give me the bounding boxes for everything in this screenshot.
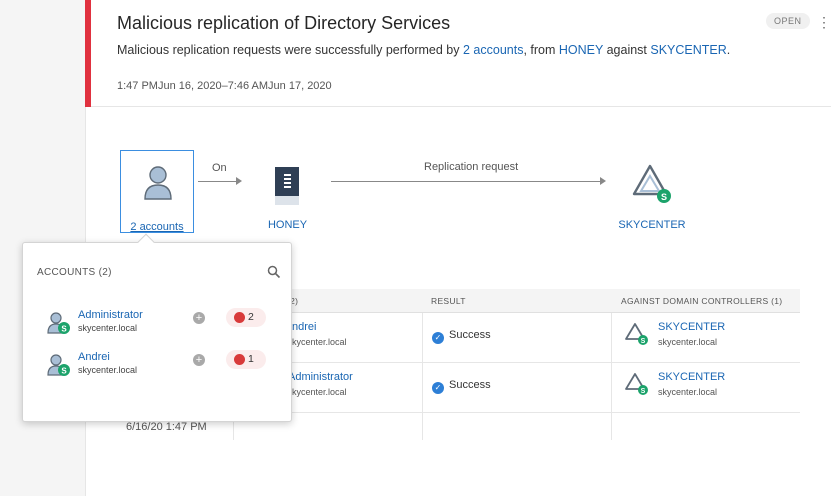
popover-account-item[interactable]: S Administrator skycenter.local + 2 [37,308,282,343]
edge-label-on: On [212,162,227,174]
domain-controller-icon: S [632,164,671,203]
accounts-node[interactable]: 2 accounts [120,150,194,233]
row-account-domain: kycenter.local [292,387,347,397]
check-circle-icon: ✓ [432,332,444,344]
alert-icon [234,312,245,323]
alert-count: 1 [248,353,254,365]
source-computer-label[interactable]: HONEY [255,219,320,231]
alert-description: Malicious replication requests were succ… [117,43,730,57]
row-dc-link[interactable]: SKYCENTER [658,321,725,333]
svg-text:S: S [661,192,667,202]
column-header-domain-controllers: AGAINST DOMAIN CONTROLLERS (1) [621,296,783,306]
svg-text:S: S [61,325,67,334]
row-dc-domain: skycenter.local [658,387,718,397]
alert-header: Malicious replication of Directory Servi… [91,0,831,107]
row-result: ✓ Success [432,379,491,394]
description-mid-1: , from [523,43,559,57]
column-divider [422,313,423,440]
popover-account-item[interactable]: S Andrei skycenter.local + 1 [37,350,282,385]
alert-title: Malicious replication of Directory Servi… [117,13,451,33]
popover-title: ACCOUNTS (2) [37,267,112,278]
description-mid-2: against [603,43,651,57]
status-badge: OPEN [766,13,810,29]
description-suffix: . [726,43,731,57]
accounts-popover: ACCOUNTS (2) S Administrator skycenter.l… [22,242,292,422]
server-icon [275,167,299,205]
alert-icon [234,354,245,365]
search-icon[interactable] [267,265,281,279]
edge-label-replication: Replication request [424,161,519,173]
row-dc-domain: skycenter.local [658,337,718,347]
check-circle-icon: ✓ [432,382,444,394]
source-link[interactable]: HONEY [559,43,603,57]
add-icon[interactable]: + [193,354,205,366]
row-result-text: Success [449,329,491,341]
row-account-link[interactable]: ndrei [292,321,316,333]
svg-text:S: S [641,388,646,395]
row-dc-link[interactable]: SKYCENTER [658,371,725,383]
row-result-text: Success [449,379,491,391]
arrow-on-line [198,181,236,182]
popover-account-name[interactable]: Administrator [78,309,143,321]
popover-account-domain: skycenter.local [78,323,138,333]
add-icon[interactable]: + [193,312,205,324]
popover-account-name[interactable]: Andrei [78,351,110,363]
row-account-domain: kycenter.local [292,337,347,347]
target-link[interactable]: SKYCENTER [650,43,726,57]
user-icon: S [47,354,70,376]
row-date: 6/16/20 1:47 PM [126,421,207,433]
row-result: ✓ Success [432,329,491,344]
alert-count: 2 [248,311,254,323]
alert-timestamp: 1:47 PMJun 16, 2020–7:46 AMJun 17, 2020 [117,80,332,92]
user-icon [144,166,172,200]
description-prefix: Malicious replication requests were succ… [117,43,463,57]
row-account-link[interactable]: Administrator [288,371,353,383]
domain-controller-icon: S [625,323,648,345]
accounts-link[interactable]: 2 accounts [463,43,523,57]
arrow-replication-line [331,181,600,182]
more-options-icon[interactable]: ⋮ [817,14,831,30]
accounts-node-label[interactable]: 2 accounts [121,221,193,233]
column-header-result: RESULT [431,296,466,306]
column-divider [611,313,612,440]
arrow-on-head [236,177,242,185]
arrow-replication-head [600,177,606,185]
alert-count-badge[interactable]: 1 [226,350,266,369]
domain-controller-icon: S [625,373,648,395]
alert-count-badge[interactable]: 2 [226,308,266,327]
target-dc-label[interactable]: SKYCENTER [614,219,690,231]
user-icon: S [47,312,70,334]
svg-text:S: S [641,338,646,345]
svg-text:S: S [61,367,67,376]
popover-account-domain: skycenter.local [78,365,138,375]
